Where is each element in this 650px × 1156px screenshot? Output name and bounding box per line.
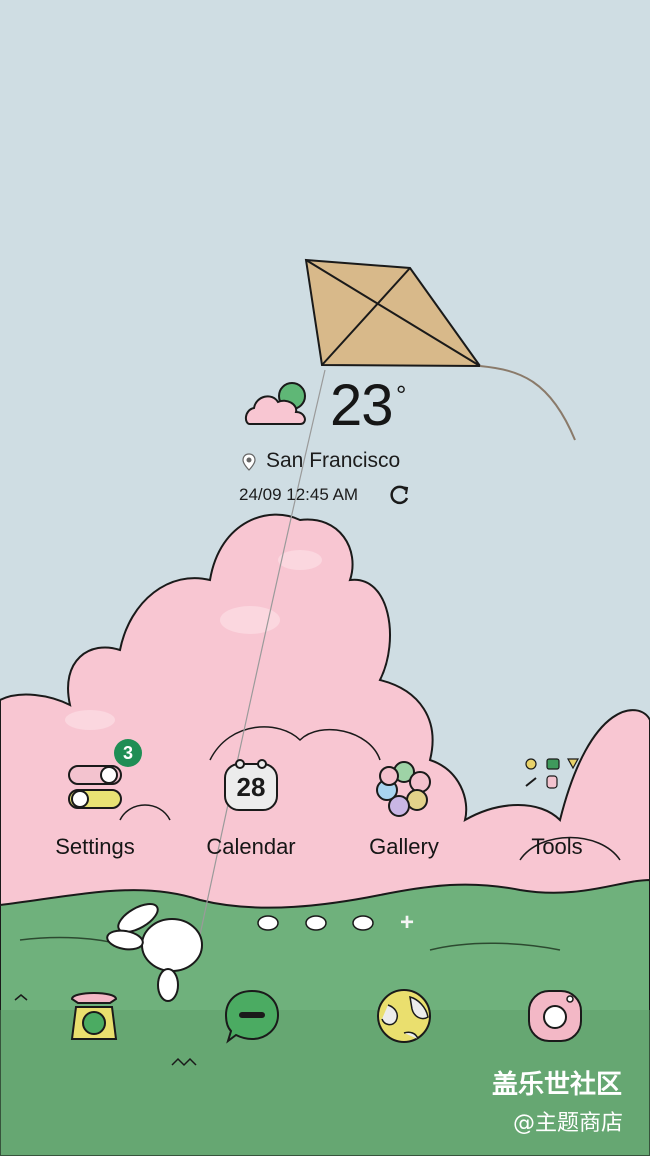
add-page-button[interactable]: + [400,909,414,937]
globe-icon[interactable] [374,987,434,1045]
watermark-theme-store: @主题商店 [513,1111,624,1136]
refresh-icon[interactable] [389,484,411,506]
app-calendar[interactable]: 28 Calendar [186,750,316,880]
cloud-sun-icon[interactable] [244,378,314,430]
app-label-gallery: Gallery [369,834,439,859]
tools-folder-icon [525,758,580,789]
watermark-community: 盖乐世社区 [492,1070,623,1100]
weather-location[interactable]: San Francisco [266,449,400,473]
small-bunnies [257,915,374,931]
message-icon[interactable] [222,987,282,1045]
camera-icon[interactable] [525,985,585,1045]
app-settings[interactable]: Settings [30,750,160,880]
calendar-day: 28 [236,772,266,802]
weather-datetime: 24/09 12:45 AM [239,485,359,504]
temperature[interactable]: 23 [330,372,394,439]
app-gallery[interactable]: Gallery [339,750,469,880]
wallpaper [0,0,650,1156]
degree-symbol: ° [396,380,407,410]
app-label-calendar: Calendar [206,834,296,859]
phone-icon[interactable] [64,985,124,1045]
app-tools[interactable]: Tools [492,750,622,880]
location-pin-icon [242,453,256,471]
notification-badge: 3 [114,739,142,767]
app-label-settings: Settings [55,834,135,859]
gallery-flower-icon [376,761,431,817]
settings-toggle-icon [68,765,122,809]
app-label-tools: Tools [531,834,583,859]
